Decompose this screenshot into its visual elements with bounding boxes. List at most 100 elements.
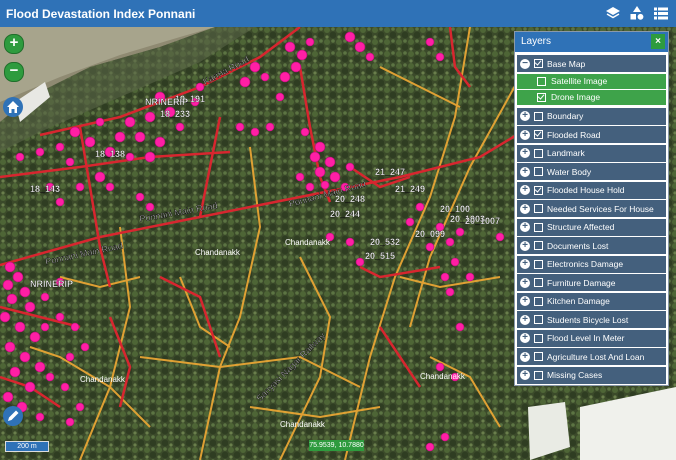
layer-landmark[interactable]: + Landmark — [517, 144, 666, 162]
layer-base-map[interactable]: − Base Map — [517, 55, 666, 72]
checkbox[interactable] — [534, 370, 543, 380]
expand-icon[interactable]: + — [520, 259, 530, 269]
house-label: 18_138 — [95, 149, 125, 159]
checkbox[interactable] — [534, 352, 543, 361]
house-label: 18_233 — [160, 109, 190, 119]
checkbox[interactable] — [534, 111, 543, 121]
expand-icon[interactable]: + — [520, 166, 530, 177]
home-icon — [7, 101, 19, 113]
layer-flooded-house-hold[interactable]: + Flooded House Hold — [517, 181, 666, 199]
layer-agriculture-lost[interactable]: + Agriculture Lost And Loan — [517, 348, 666, 365]
zoom-in-button[interactable]: + — [4, 34, 24, 54]
layer-furniture-damage[interactable]: + Furniture Damage — [517, 274, 666, 291]
zoom-out-button[interactable]: − — [4, 62, 24, 82]
checkbox[interactable] — [537, 76, 546, 86]
checkbox[interactable] — [534, 222, 543, 232]
house-label: 20_244 — [330, 209, 360, 219]
layer-label: Flood Level In Meter — [547, 333, 625, 343]
layer-label: Flooded Road — [547, 129, 601, 140]
place-label: Chandanakk — [285, 238, 331, 247]
house-label: 20_100 — [440, 204, 470, 214]
layers-panel-title: Layers — [521, 36, 552, 47]
expand-icon[interactable]: + — [520, 333, 530, 343]
layer-flooded-road[interactable]: + Flooded Road — [517, 126, 666, 143]
shapes-icon[interactable] — [628, 4, 646, 22]
close-button[interactable]: × — [651, 34, 665, 49]
checkbox[interactable] — [534, 315, 543, 324]
house-label: 20_099 — [415, 229, 445, 239]
scale-bar: 200 m — [5, 441, 49, 452]
layer-label: Base Map — [547, 58, 586, 69]
layers-icon[interactable] — [604, 4, 622, 22]
home-button[interactable] — [3, 97, 23, 117]
checkbox[interactable] — [534, 204, 543, 213]
base-option-drone[interactable]: Drone Image — [517, 89, 666, 105]
draw-button[interactable] — [3, 406, 23, 426]
layer-needed-services[interactable]: + Needed Services For House — [517, 200, 666, 217]
expand-icon[interactable]: + — [520, 111, 530, 121]
house-label: 20_1007 — [465, 216, 500, 226]
expand-icon[interactable]: + — [520, 185, 530, 195]
layer-kitchen-damage[interactable]: + Kitchen Damage — [517, 292, 666, 310]
house-label: 18_143 — [30, 184, 60, 194]
expand-icon[interactable]: + — [520, 370, 530, 380]
layer-label: Satellite Image — [551, 76, 608, 86]
pencil-icon — [8, 410, 19, 421]
app-title: Flood Devastation Index Ponnani — [6, 6, 196, 21]
checkbox[interactable] — [534, 130, 543, 139]
layer-label: Electronics Damage — [547, 259, 624, 269]
layer-label: Drone Image — [551, 92, 601, 102]
collapse-icon[interactable]: − — [520, 58, 530, 69]
layer-label: Boundary — [547, 111, 584, 121]
layer-label: Furniture Damage — [547, 277, 616, 288]
house-label: 20_248 — [335, 194, 365, 204]
layer-label: Landmark — [547, 148, 585, 158]
checkbox[interactable] — [534, 59, 543, 68]
layer-boundary[interactable]: + Boundary — [517, 107, 666, 125]
layer-missing-cases[interactable]: + Missing Cases — [517, 366, 666, 384]
layer-label: Needed Services For House — [547, 203, 654, 214]
checkbox[interactable] — [534, 241, 543, 250]
layer-electronics-damage[interactable]: + Electronics Damage — [517, 255, 666, 273]
layer-documents-lost[interactable]: + Documents Lost — [517, 237, 666, 254]
house-label: 21_249 — [395, 184, 425, 194]
layer-label: Kitchen Damage — [547, 296, 610, 306]
layer-flood-level[interactable]: + Flood Level In Meter — [517, 329, 666, 347]
layer-students-bicycle-lost[interactable]: + Students Bicycle Lost — [517, 311, 666, 328]
expand-icon[interactable]: + — [520, 129, 530, 140]
expand-icon[interactable]: + — [520, 296, 530, 306]
checkbox[interactable] — [534, 278, 543, 287]
expand-icon[interactable]: + — [520, 314, 530, 325]
layer-label: Flooded House Hold — [547, 185, 625, 195]
list-icon[interactable] — [652, 4, 670, 22]
checkbox[interactable] — [537, 92, 546, 102]
checkbox[interactable] — [534, 296, 543, 306]
checkbox[interactable] — [534, 148, 543, 158]
house-label: NRINERIP — [30, 279, 73, 289]
coordinates-readout: 75.9539, 10.7880 — [309, 440, 364, 451]
layers-panel: Layers × − Base Map Satellite Image Dron… — [514, 31, 669, 386]
layer-label: Structure Affected — [547, 222, 615, 232]
layer-label: Agriculture Lost And Loan — [547, 351, 645, 362]
layers-panel-header: Layers × — [515, 32, 668, 52]
checkbox[interactable] — [534, 333, 543, 343]
house-label: 20_515 — [365, 251, 395, 261]
checkbox[interactable] — [534, 259, 543, 269]
base-option-satellite[interactable]: Satellite Image — [517, 73, 666, 89]
expand-icon[interactable]: + — [520, 240, 530, 251]
expand-icon[interactable]: + — [520, 351, 530, 362]
layer-label: Students Bicycle Lost — [547, 314, 629, 325]
expand-icon[interactable]: + — [520, 148, 530, 158]
checkbox[interactable] — [534, 185, 543, 195]
expand-icon[interactable]: + — [520, 222, 530, 232]
layer-label: Documents Lost — [547, 240, 609, 251]
layer-water-body[interactable]: + Water Body — [517, 163, 666, 180]
layer-structure-affected[interactable]: + Structure Affected — [517, 218, 666, 236]
expand-icon[interactable]: + — [520, 203, 530, 214]
expand-icon[interactable]: + — [520, 277, 530, 288]
checkbox[interactable] — [534, 167, 543, 176]
layer-label: Missing Cases — [547, 370, 603, 380]
place-label: Chandanakk — [80, 375, 126, 384]
place-label: Chandanakk — [195, 248, 241, 257]
place-label: Chandanakk — [420, 372, 466, 381]
